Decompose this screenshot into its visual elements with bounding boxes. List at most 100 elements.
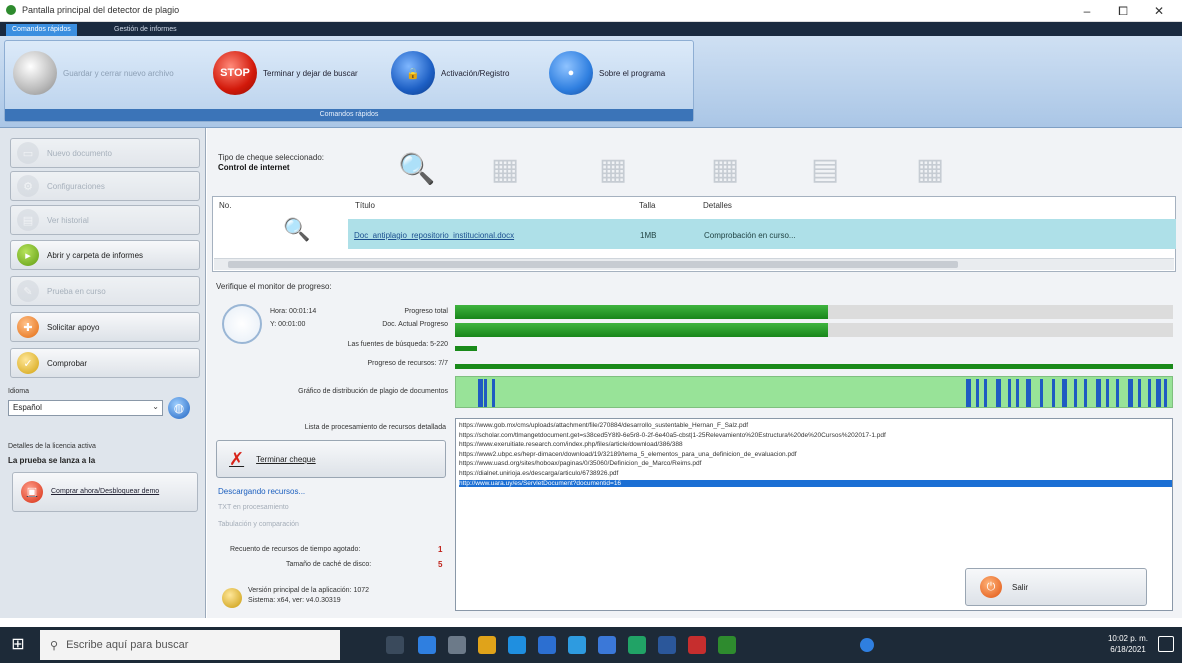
horizontal-scrollbar[interactable]	[214, 258, 1174, 270]
folder-check-icon[interactable]: ▦	[700, 146, 750, 192]
globe-icon[interactable]: ◍	[168, 397, 190, 419]
browser-icon[interactable]	[568, 636, 586, 654]
nav-open-reports[interactable]: ▸ Abrir y carpeta de informes	[10, 240, 200, 270]
chevron-down-icon: ⌄	[152, 402, 159, 411]
scrollbar-thumb[interactable]	[228, 261, 958, 268]
check-type-value: Control de internet	[218, 163, 290, 172]
tab-quick-commands[interactable]: Comandos rápidos	[6, 24, 77, 36]
taskbar: ⊞ ⚲ Escribe aquí para buscar 10:02 p. m.…	[0, 627, 1182, 663]
notifications-icon[interactable]	[1158, 636, 1174, 652]
ribbon-group-label: Comandos rápidos	[5, 109, 693, 121]
exit-icon: ⏻	[980, 576, 1002, 598]
tray-clock[interactable]: 10:02 p. m. 6/18/2021	[1108, 633, 1148, 655]
internet-check-icon[interactable]: 🔍	[392, 146, 442, 192]
plagiarism-app-icon[interactable]	[718, 636, 736, 654]
tab-report-management[interactable]: Gestión de informes	[108, 24, 183, 36]
source-list-item[interactable]: https://scholar.com/tlmangetdocument.get…	[459, 432, 1172, 439]
distribution-stripe	[984, 379, 987, 407]
timeout-count-label: Recuento de recursos de tiempo agotado:	[230, 546, 361, 553]
stop-search-label: Terminar y dejar de buscar	[263, 68, 358, 78]
mail-icon[interactable]	[598, 636, 616, 654]
documents-table: No. Título Talla Detalles 🔍 Doc_antiplag…	[212, 196, 1176, 272]
folder-icon: ▸	[17, 244, 39, 266]
taskbar-app-icon[interactable]	[418, 636, 436, 654]
exit-button[interactable]: ⏻ Salir	[965, 568, 1147, 606]
source-list-item[interactable]: https://www2.ubpc.es/hepr-dimacen/downlo…	[459, 451, 1172, 458]
nav-history[interactable]: ▤ Ver historial	[10, 205, 200, 235]
timeout-count-value: 1	[438, 545, 443, 554]
stop-search-button[interactable]: STOP Terminar y dejar de buscar	[213, 49, 358, 97]
pdf-icon[interactable]	[688, 636, 706, 654]
progress-title: Verifique el monitor de progreso:	[216, 282, 332, 291]
minimize-button[interactable]: –	[1072, 3, 1102, 19]
db-check-icon[interactable]: ▦	[588, 146, 638, 192]
source-list-item[interactable]: http://www.uara.uy/es/ServletDocument?do…	[459, 479, 1172, 487]
table-row[interactable]: Doc_antiplagio_repositorio_institucional…	[348, 219, 1176, 249]
status-tabulation: Tabulación y comparación	[218, 521, 299, 528]
app-version: Versión principal de la aplicación: 1072…	[222, 586, 369, 608]
word-icon[interactable]	[658, 636, 676, 654]
tray-app-icon[interactable]	[860, 638, 874, 652]
nav-request-support[interactable]: ✚ Solicitar apoyo	[10, 312, 200, 342]
nav-test-running[interactable]: ✎ Prueba en curso	[10, 276, 200, 306]
whatsapp-icon[interactable]	[628, 636, 646, 654]
edge-icon[interactable]	[508, 636, 526, 654]
doc-check-icon[interactable]: ▤	[800, 146, 850, 192]
source-list-item[interactable]: https://www.exeruitiate.research.com/ind…	[459, 441, 1172, 448]
check-type-caption: Tipo de cheque seleccionado:	[218, 153, 324, 162]
buy-unlock-button[interactable]: ▣ Comprar ahora/Desbloquear demo	[12, 472, 198, 512]
about-button[interactable]: ● Sobre el programa	[549, 49, 665, 97]
language-label: Idioma	[8, 388, 30, 395]
license-status: La prueba se lanza a la	[8, 456, 96, 465]
language-select[interactable]: Español ⌄	[8, 400, 163, 416]
compare-check-icon[interactable]: ▦	[905, 146, 955, 192]
files-icon[interactable]	[478, 636, 496, 654]
source-list-item[interactable]: https://www.uasd.org/sites/hoboax/pagina…	[459, 460, 1172, 467]
distribution-stripe	[1062, 379, 1067, 407]
clock-icon	[222, 304, 262, 344]
cache-size-label: Tamaño de caché de disco:	[286, 561, 372, 568]
tray-date: 6/18/2021	[1110, 645, 1146, 654]
coin-icon	[222, 588, 242, 608]
sources-progress-label: Las fuentes de búsqueda: 5-220	[347, 341, 448, 348]
distribution-stripe	[1156, 379, 1161, 407]
close-button[interactable]: ✕	[1144, 3, 1174, 19]
activation-button[interactable]: 🔒 Activación/Registro	[391, 49, 509, 97]
nav-label: Abrir y carpeta de informes	[47, 250, 144, 260]
row-size: 1MB	[640, 231, 657, 240]
store-icon[interactable]	[448, 636, 466, 654]
stop-check-button[interactable]: ✗ Terminar cheque	[216, 440, 446, 478]
nav-settings[interactable]: ⚙ Configuraciones	[10, 171, 200, 201]
distribution-stripe	[478, 379, 483, 407]
nav-check[interactable]: ✓ Comprobar	[10, 348, 200, 378]
status-downloading: Descargando recursos...	[218, 487, 306, 496]
sources-progress-bar	[455, 346, 477, 351]
taskbar-search[interactable]: ⚲ Escribe aquí para buscar	[40, 630, 340, 660]
teams-icon[interactable]	[538, 636, 556, 654]
nav-new-document[interactable]: ▭ Nuevo documento	[10, 138, 200, 168]
source-list-item[interactable]: https://www.gob.mx/cms/uploads/attachmen…	[459, 422, 1172, 429]
support-icon: ✚	[17, 316, 39, 338]
nav-label: Nuevo documento	[47, 148, 112, 158]
maximize-button[interactable]: ⧠	[1108, 3, 1138, 19]
column-header-no: No.	[219, 201, 232, 210]
windows-start-icon[interactable]: ⊞	[8, 635, 28, 655]
distribution-stripe	[1096, 379, 1101, 407]
source-list-item[interactable]: https://dialnet.unirioja.es/descarga/art…	[459, 470, 1172, 477]
distribution-stripe	[976, 379, 979, 407]
elapsed-time: Hora: 00:01:14	[270, 308, 317, 315]
distribution-stripe	[1116, 379, 1119, 407]
save-close-button[interactable]: Guardar y cerrar nuevo archivo	[13, 49, 174, 97]
total-progress-fill	[455, 305, 829, 319]
document-icon: ▭	[17, 142, 39, 164]
local-check-icon[interactable]: ▦	[480, 146, 530, 192]
task-view-icon[interactable]	[386, 636, 404, 654]
plagiarism-distribution-bar	[455, 376, 1173, 408]
ribbon-tab-strip: Comandos rápidos Gestión de informes	[0, 22, 1182, 36]
nav-label: Solicitar apoyo	[47, 322, 100, 332]
column-header-title: Título	[355, 201, 376, 210]
distribution-stripe	[484, 379, 487, 407]
tray-time: 10:02 p. m.	[1107, 634, 1148, 643]
app-icon	[6, 5, 16, 15]
language-value: Español	[13, 403, 42, 412]
